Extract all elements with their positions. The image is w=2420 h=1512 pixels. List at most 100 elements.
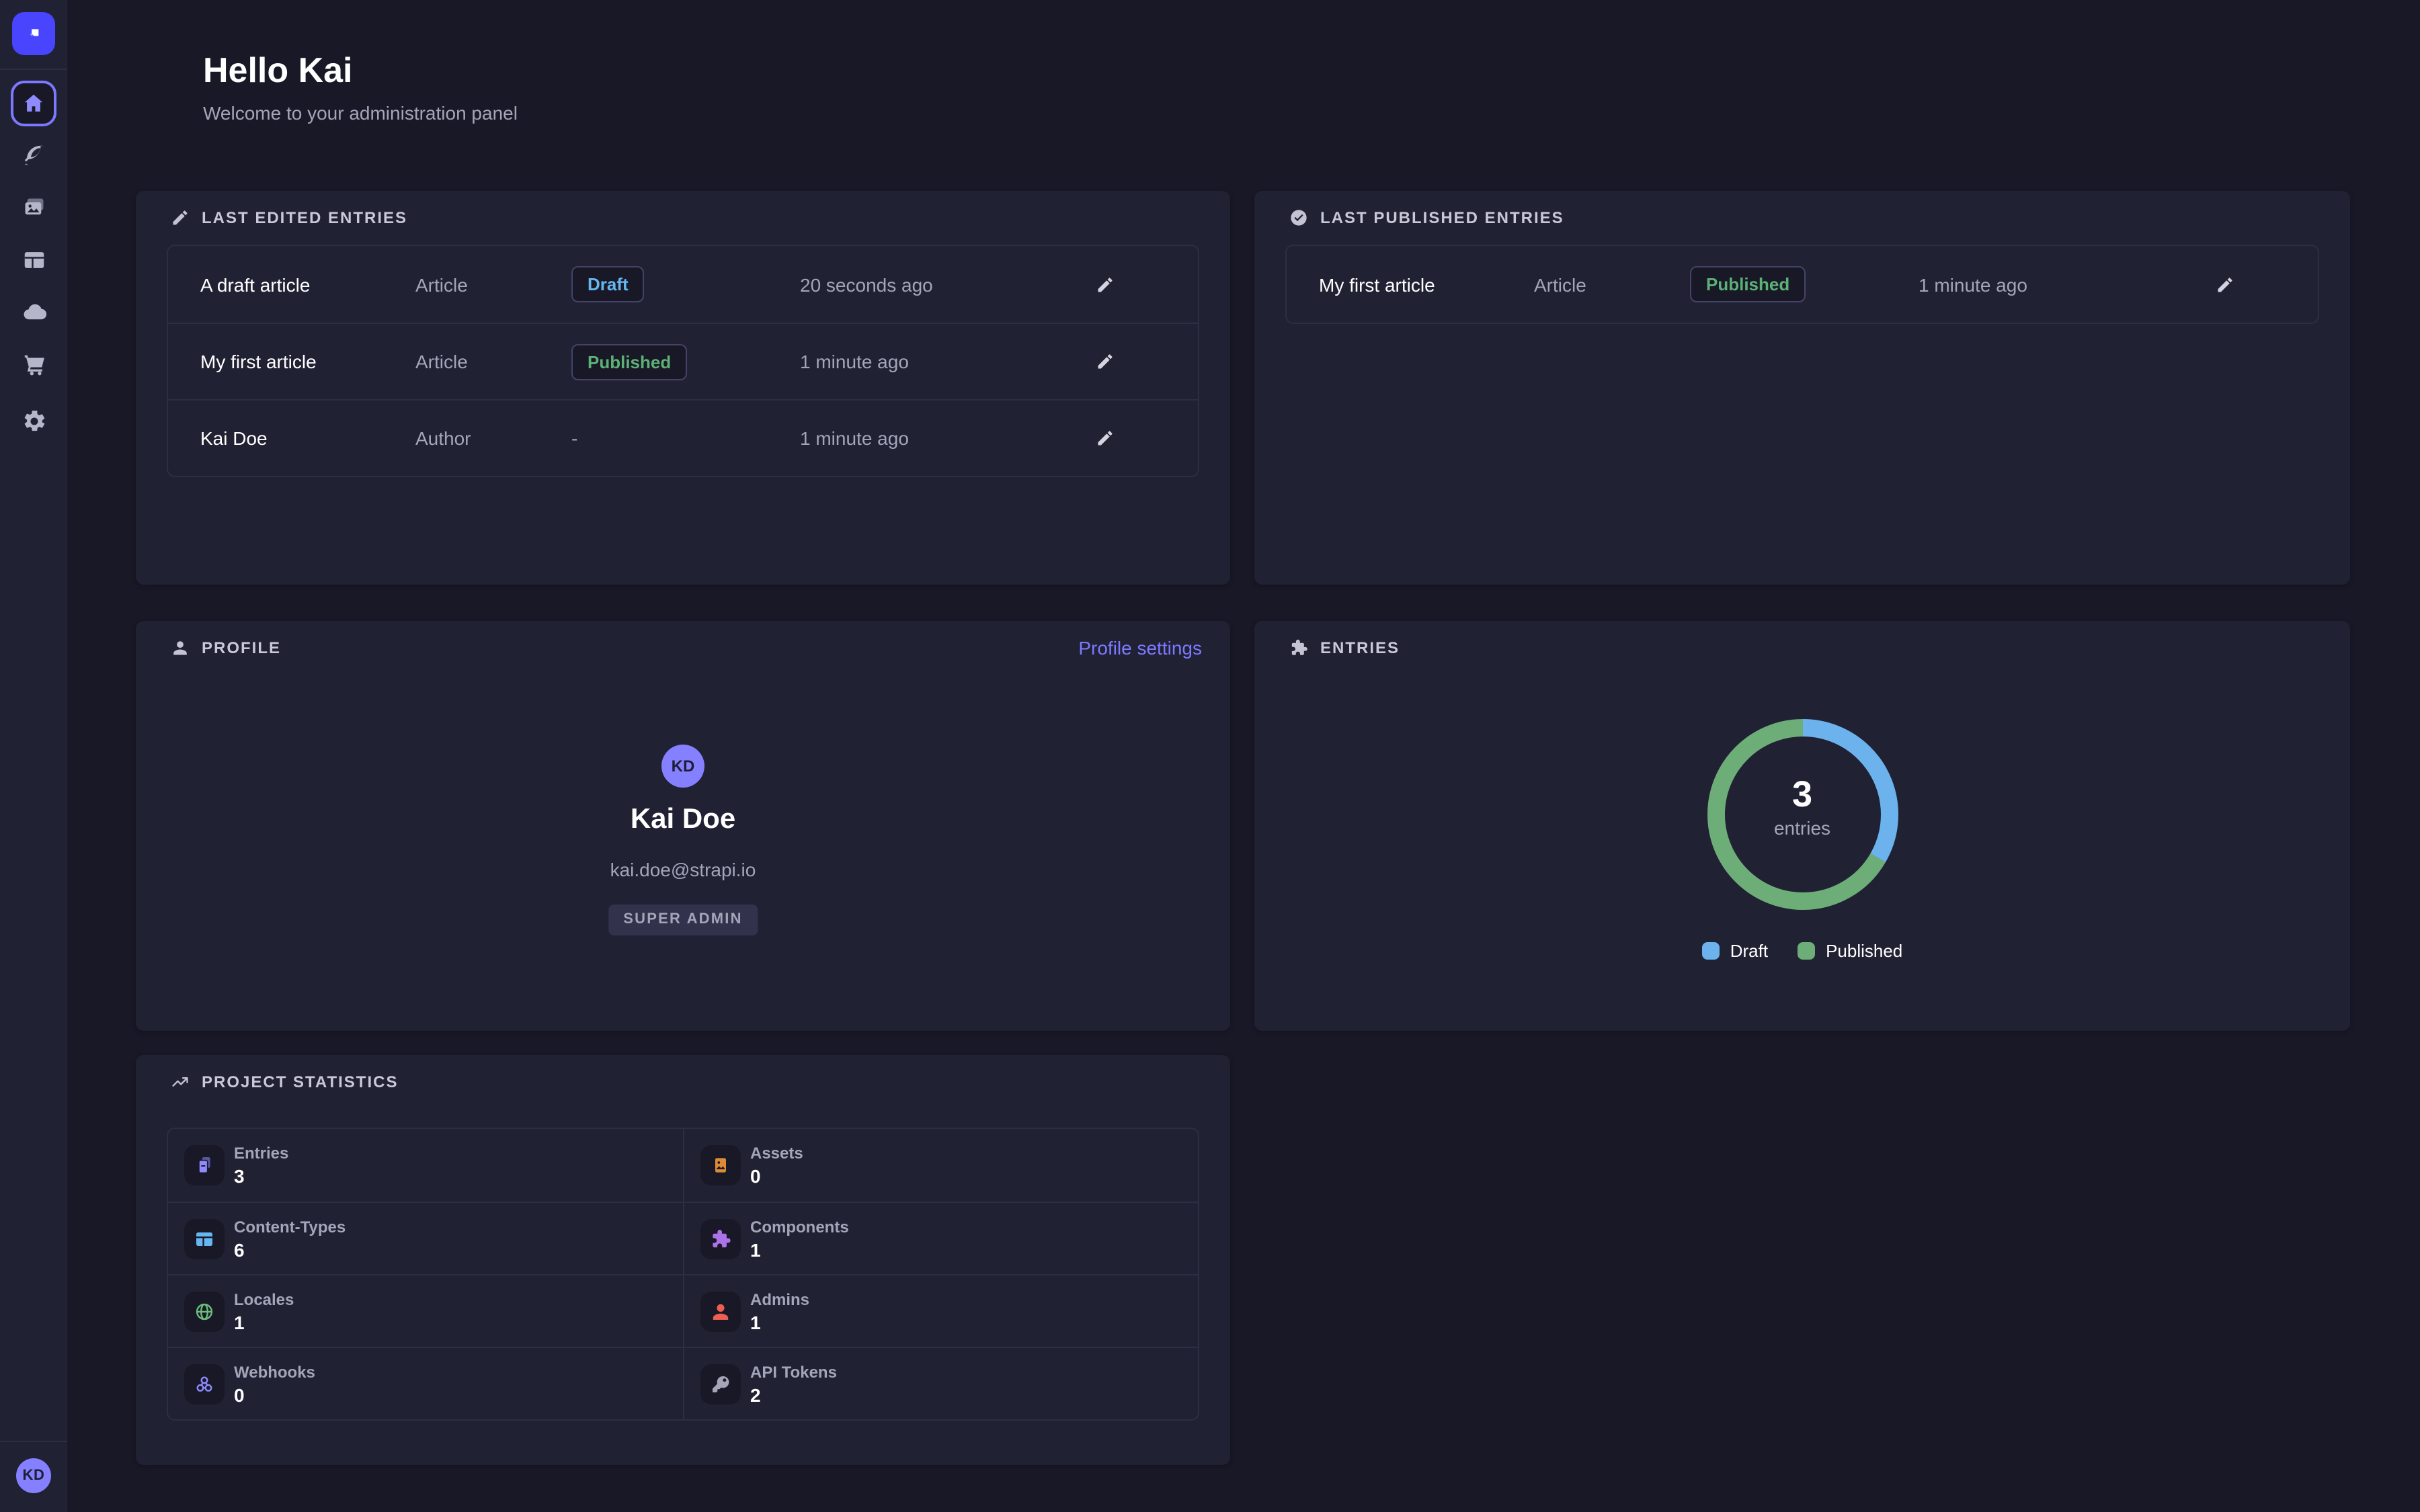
legend-label: Draft bbox=[1730, 941, 1768, 961]
stat-api-tokens: API Tokens 2 bbox=[683, 1347, 1198, 1419]
stat-label: Content-Types bbox=[234, 1216, 346, 1237]
sidebar-item-deploy[interactable] bbox=[0, 289, 67, 335]
entries-card: ENTRIES 3 entries Draft Published bbox=[1254, 621, 2350, 1031]
stat-value: 0 bbox=[750, 1164, 803, 1188]
pencil-icon bbox=[171, 208, 190, 227]
project-statistics-card: PROJECT STATISTICS Entries 3 bbox=[136, 1055, 1230, 1465]
check-circle-icon bbox=[1289, 208, 1308, 227]
card-title: PROFILE bbox=[202, 638, 281, 657]
entries-donut-chart: 3 entries bbox=[1695, 707, 1910, 922]
strapi-admin-dashboard: KD Hello Kai Welcome to your administrat… bbox=[0, 0, 2420, 1512]
chart-legend: Draft Published bbox=[1254, 941, 2350, 961]
stat-icon-tile bbox=[184, 1218, 225, 1259]
status-empty: - bbox=[571, 427, 800, 449]
sidebar: KD bbox=[0, 0, 67, 1512]
legend-item-published: Published bbox=[1798, 941, 1902, 961]
sidebar-user-avatar[interactable]: KD bbox=[16, 1458, 51, 1493]
person-icon bbox=[710, 1300, 731, 1322]
stat-assets: Assets 0 bbox=[683, 1129, 1198, 1202]
trending-up-icon bbox=[171, 1073, 190, 1091]
sidebar-item-content-type-builder[interactable] bbox=[0, 237, 67, 282]
puzzle-icon bbox=[1289, 638, 1308, 657]
edit-entry-button[interactable] bbox=[1088, 421, 1123, 456]
pencil-icon bbox=[1096, 429, 1115, 448]
profile-role-badge: SUPER ADMIN bbox=[608, 905, 757, 935]
stat-icon-tile bbox=[700, 1218, 741, 1259]
stat-webhooks: Webhooks 0 bbox=[168, 1347, 683, 1419]
stat-icon-tile bbox=[700, 1291, 741, 1331]
home-icon bbox=[22, 91, 46, 116]
entry-time: 20 seconds ago bbox=[800, 274, 1045, 295]
stat-admins: Admins 1 bbox=[683, 1274, 1198, 1347]
sidebar-item-media-library[interactable] bbox=[0, 184, 67, 230]
pencil-icon bbox=[1096, 275, 1115, 294]
cart-icon bbox=[21, 351, 46, 377]
stat-value: 2 bbox=[750, 1382, 837, 1406]
stat-value: 0 bbox=[234, 1382, 315, 1406]
stat-label: Webhooks bbox=[234, 1361, 315, 1382]
stat-label: Admins bbox=[750, 1288, 809, 1310]
table-row[interactable]: Kai Doe Author - 1 minute ago bbox=[168, 399, 1198, 476]
stat-value: 1 bbox=[750, 1237, 849, 1261]
table-row[interactable]: My first article Article Published 1 min… bbox=[1287, 246, 2318, 323]
stat-icon-tile bbox=[184, 1363, 225, 1404]
last-edited-entries-card: LAST EDITED ENTRIES A draft article Arti… bbox=[136, 191, 1230, 585]
image-icon bbox=[710, 1154, 731, 1176]
stat-value: 3 bbox=[234, 1164, 288, 1188]
profile-card: PROFILE Profile settings KD Kai Doe kai.… bbox=[136, 621, 1230, 1031]
profile-avatar: KD bbox=[661, 745, 704, 788]
entry-kind: Article bbox=[415, 351, 571, 372]
stat-value: 1 bbox=[750, 1310, 809, 1334]
table-row[interactable]: My first article Article Published 1 min… bbox=[168, 323, 1198, 399]
entry-name: My first article bbox=[200, 351, 415, 372]
entry-kind: Article bbox=[1534, 274, 1690, 295]
entry-name: My first article bbox=[1319, 274, 1534, 295]
key-icon bbox=[710, 1373, 731, 1394]
edit-entry-button[interactable] bbox=[1088, 344, 1123, 379]
layout-icon bbox=[194, 1228, 215, 1249]
stats-grid: Entries 3 Assets 0 bbox=[167, 1128, 1199, 1421]
sidebar-divider-bottom bbox=[0, 1441, 67, 1442]
images-icon bbox=[21, 194, 46, 220]
entry-time: 1 minute ago bbox=[800, 427, 1045, 449]
pencil-icon bbox=[2216, 275, 2234, 294]
edit-entry-button[interactable] bbox=[2208, 267, 2243, 302]
stat-label: Locales bbox=[234, 1288, 294, 1310]
sidebar-item-settings[interactable] bbox=[0, 398, 67, 444]
profile-settings-link[interactable]: Profile settings bbox=[1078, 637, 1202, 659]
gear-icon bbox=[21, 408, 46, 433]
sidebar-item-marketplace[interactable] bbox=[0, 341, 67, 387]
last-published-table: My first article Article Published 1 min… bbox=[1285, 245, 2319, 324]
card-title: LAST EDITED ENTRIES bbox=[202, 208, 407, 227]
edit-entry-button[interactable] bbox=[1088, 267, 1123, 302]
status-badge: Published bbox=[1690, 266, 1806, 302]
sidebar-divider-top bbox=[0, 69, 67, 70]
last-published-entries-card: LAST PUBLISHED ENTRIES My first article … bbox=[1254, 191, 2350, 585]
page-title: Hello Kai bbox=[203, 46, 353, 94]
entries-total-label: entries bbox=[1695, 814, 1910, 841]
webhook-icon bbox=[194, 1373, 215, 1394]
feather-icon bbox=[21, 142, 46, 167]
entries-header: ENTRIES bbox=[1289, 636, 2322, 660]
puzzle-icon bbox=[710, 1228, 731, 1249]
legend-item-draft: Draft bbox=[1702, 941, 1768, 961]
entry-kind: Author bbox=[415, 427, 571, 449]
entry-time: 1 minute ago bbox=[1919, 274, 2165, 295]
layout-icon bbox=[21, 247, 46, 272]
stat-value: 6 bbox=[234, 1237, 346, 1261]
table-row[interactable]: A draft article Article Draft 20 seconds… bbox=[168, 246, 1198, 323]
documents-icon bbox=[194, 1154, 215, 1176]
stat-value: 1 bbox=[234, 1310, 294, 1334]
sidebar-item-home[interactable] bbox=[11, 81, 56, 126]
entry-name: A draft article bbox=[200, 274, 415, 295]
last-edited-table: A draft article Article Draft 20 seconds… bbox=[167, 245, 1199, 477]
strapi-logo[interactable] bbox=[12, 12, 55, 55]
cloud-icon bbox=[21, 299, 46, 325]
pencil-icon bbox=[1096, 352, 1115, 371]
sidebar-item-content-manager[interactable] bbox=[0, 132, 67, 177]
stat-icon-tile bbox=[184, 1145, 225, 1185]
card-title: PROJECT STATISTICS bbox=[202, 1073, 398, 1091]
stat-label: Entries bbox=[234, 1142, 288, 1164]
stat-label: Assets bbox=[750, 1142, 803, 1164]
card-title: ENTRIES bbox=[1320, 638, 1400, 657]
